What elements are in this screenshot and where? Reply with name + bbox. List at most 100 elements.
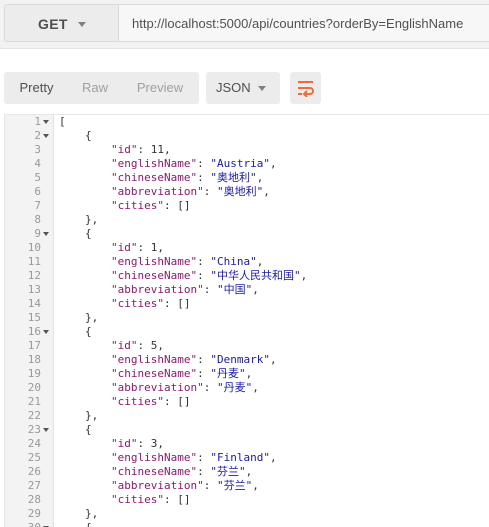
json-punctuation: , [245,465,253,478]
url-input[interactable]: http://localhost:5000/api/countries?orde… [119,4,489,42]
line-number: 1 [34,115,41,128]
fold-toggle-icon[interactable] [43,330,49,334]
code-line: 2{ [5,129,489,143]
line-number: 5 [34,171,41,184]
line-number: 12 [27,269,41,282]
line-number: 17 [27,339,41,352]
json-punctuation: }, [85,507,99,520]
code-line: 5 "chineseName": "奥地利", [5,171,489,185]
code-line: 28 "cities": [] [5,493,489,507]
fold-toggle-icon[interactable] [43,232,49,236]
line-number: 16 [27,325,41,338]
json-key: "cities" [111,297,164,310]
fold-toggle-icon[interactable] [43,120,49,124]
wrap-lines-button[interactable] [290,72,321,104]
tab-raw[interactable]: Raw [69,72,121,104]
tab-pretty[interactable]: Pretty [4,72,69,104]
json-string: "Finland" [210,451,270,464]
code-line: 1[ [5,115,489,129]
json-punctuation: [ [59,115,66,128]
code-line: 19 "chineseName": "丹麦", [5,367,489,381]
code-text: "id": 11, [111,143,171,157]
code-line: 25 "englishName": "Finland", [5,451,489,465]
json-punctuation: : [] [163,199,191,212]
json-key: "englishName" [111,451,198,464]
tab-preview[interactable]: Preview [121,72,199,104]
fold-toggle-icon[interactable] [43,134,49,138]
url-text: http://localhost:5000/api/countries?orde… [132,16,464,31]
line-number: 10 [27,241,41,254]
line-number: 20 [27,381,41,394]
json-key: "chineseName" [111,465,198,478]
code-line: 10 "id": 1, [5,241,489,255]
json-punctuation: , [269,353,277,366]
json-punctuation: : [197,367,211,380]
code-text: "id": 5, [111,339,164,353]
code-text: "abbreviation": "中国", [111,283,259,297]
line-number: 3 [34,143,41,156]
json-punctuation: : [203,381,217,394]
json-punctuation: : [203,479,217,492]
json-key: "englishName" [111,157,198,170]
json-punctuation: { [85,521,92,527]
json-key: "chineseName" [111,367,198,380]
line-number: 26 [27,465,41,478]
json-punctuation: }, [85,213,99,226]
json-string: "Denmark" [210,353,270,366]
code-text: { [85,325,92,339]
json-key: "abbreviation" [111,479,204,492]
code-line: 15}, [5,311,489,325]
line-number: 15 [27,311,41,324]
code-line: 27 "abbreviation": "芬兰", [5,479,489,493]
code-line: 23 { [5,423,489,437]
code-text: "abbreviation": "芬兰", [111,479,259,493]
code-text: "chineseName": "丹麦", [111,367,252,381]
code-line: 11 "englishName": "China", [5,255,489,269]
code-text: { [85,423,92,437]
line-number: 25 [27,451,41,464]
json-string: "芬兰" [216,479,253,492]
line-number: 9 [34,227,41,240]
chevron-down-icon [78,22,86,27]
json-key: "abbreviation" [111,185,204,198]
line-number: 14 [27,297,41,310]
request-bar: GET http://localhost:5000/api/countries?… [0,0,489,49]
line-number: 11 [27,255,41,268]
json-punctuation: , [245,367,253,380]
code-line: 4 "englishName": "Austria", [5,157,489,171]
json-punctuation: { [85,423,92,436]
code-text: { [85,227,92,241]
json-key: "id" [111,241,138,254]
json-punctuation: { [85,325,92,338]
code-text: }, [85,409,98,423]
json-key: "id" [111,143,138,156]
json-string: "奥地利" [216,185,264,198]
json-punctuation: , [300,269,308,282]
code-line: 7 "cities": [] [5,199,489,213]
json-punctuation: , [252,479,259,492]
code-text: [ [59,115,66,129]
json-punctuation: : [197,171,211,184]
code-text: { [85,521,92,527]
line-number: 30 [5,521,41,527]
json-punctuation: : [197,269,211,282]
code-line: 17 "id": 5, [5,339,489,353]
json-punctuation: , [252,283,259,296]
code-line: 29}, [5,507,489,521]
method-dropdown[interactable]: GET [4,4,119,42]
fold-toggle-icon[interactable] [43,428,49,432]
code-line: 26 "chineseName": "芬兰", [5,465,489,479]
code-text: "chineseName": "中华人民共和国", [111,269,307,283]
format-dropdown[interactable]: JSON [206,72,280,104]
code-text: "cities": [] [111,199,190,213]
json-key: "chineseName" [111,171,198,184]
json-punctuation: : [197,157,211,170]
json-punctuation: : [197,465,211,478]
code-line: 14 "cities": [] [5,297,489,311]
response-body-editor[interactable]: 1[2{3 "id": 11, 4 "englishName": "Austria",… [4,114,489,527]
line-number: 7 [34,199,41,212]
json-punctuation: : [] [163,493,191,506]
code-text: "englishName": "China", [111,255,263,269]
code-line: 9{ [5,227,489,241]
response-toolbar: Pretty Raw Preview JSON [0,62,489,108]
